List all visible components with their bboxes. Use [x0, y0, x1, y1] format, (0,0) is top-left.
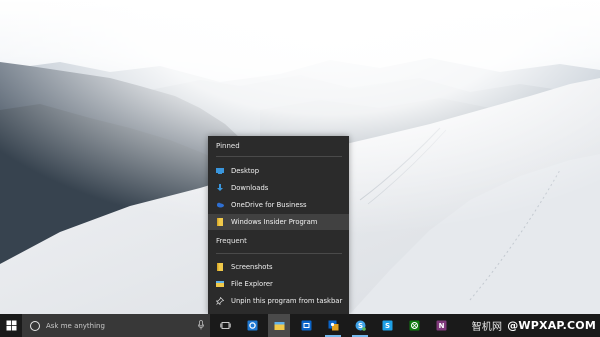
jumplist-item-file-explorer[interactable]: File Explorer	[208, 276, 349, 292]
site-watermark: 智机网 @WPXAP.COM	[472, 316, 596, 334]
skype-button[interactable]: S	[376, 314, 398, 337]
jumplist-item-unpin[interactable]: Unpin this program from taskbar	[208, 293, 349, 309]
jumplist-item-onedrive[interactable]: OneDrive for Business	[208, 197, 349, 213]
jumplist-item-desktop[interactable]: Desktop	[208, 163, 349, 179]
edge-icon	[247, 320, 257, 331]
file-explorer-icon	[216, 281, 224, 287]
folder-icon	[217, 218, 223, 226]
file-explorer-button[interactable]	[268, 314, 290, 337]
jumplist-item-label: OneDrive for Business	[231, 201, 307, 209]
divider	[216, 253, 342, 254]
outlook-icon	[328, 320, 338, 331]
onenote-icon: N	[436, 320, 446, 331]
cortana-icon	[30, 320, 40, 331]
outlook-icon	[301, 320, 311, 331]
outlook-business-button[interactable]	[322, 314, 344, 337]
jumplist-item-screenshots[interactable]: Screenshots	[208, 259, 349, 275]
search-placeholder: Ask me anything	[46, 321, 105, 330]
start-button[interactable]	[0, 314, 22, 337]
skype-business-button[interactable]: S	[349, 314, 371, 337]
svg-text:S: S	[384, 322, 389, 330]
jumplist-item-label: Screenshots	[231, 263, 273, 271]
jumplist-item-label: Windows Insider Program	[231, 218, 318, 226]
downloads-folder-icon	[217, 184, 223, 191]
jumplist-item-label: Downloads	[231, 184, 269, 192]
unpin-icon	[216, 297, 224, 305]
svg-text:N: N	[438, 322, 444, 330]
folder-icon	[217, 263, 223, 271]
xbox-icon	[409, 320, 419, 331]
frequent-header: Frequent	[216, 237, 247, 245]
jumplist-item-label: Desktop	[231, 167, 260, 175]
pinned-header: Pinned	[216, 142, 240, 150]
jumplist-item-label: File Explorer	[231, 280, 273, 288]
watermark-text: @WPXAP.COM	[507, 318, 596, 332]
desktop-folder-icon	[216, 168, 224, 174]
task-view-icon	[219, 322, 231, 329]
jumplist-item-windows-insider-program[interactable]: Windows Insider Program	[208, 214, 349, 230]
xbox-button[interactable]	[403, 314, 425, 337]
jump-list: Pinned Desktop Downloads OneDrive for Bu…	[208, 136, 349, 314]
windows-logo-icon	[6, 320, 16, 331]
search-box[interactable]: Ask me anything	[22, 314, 210, 337]
file-explorer-icon	[274, 322, 284, 330]
jumplist-item-downloads[interactable]: Downloads	[208, 180, 349, 196]
jumplist-item-label: Unpin this program from taskbar	[231, 297, 343, 305]
divider	[216, 156, 342, 157]
outlook-button[interactable]	[295, 314, 317, 337]
microphone-icon[interactable]	[198, 320, 204, 330]
watermark-cn: 智机网	[471, 321, 503, 333]
edge-button[interactable]	[241, 314, 263, 337]
skype-icon: S	[382, 320, 392, 331]
onenote-button[interactable]: N	[430, 314, 452, 337]
task-view-button[interactable]	[214, 314, 236, 337]
skype-icon: S	[355, 320, 366, 331]
onedrive-icon	[217, 202, 224, 208]
